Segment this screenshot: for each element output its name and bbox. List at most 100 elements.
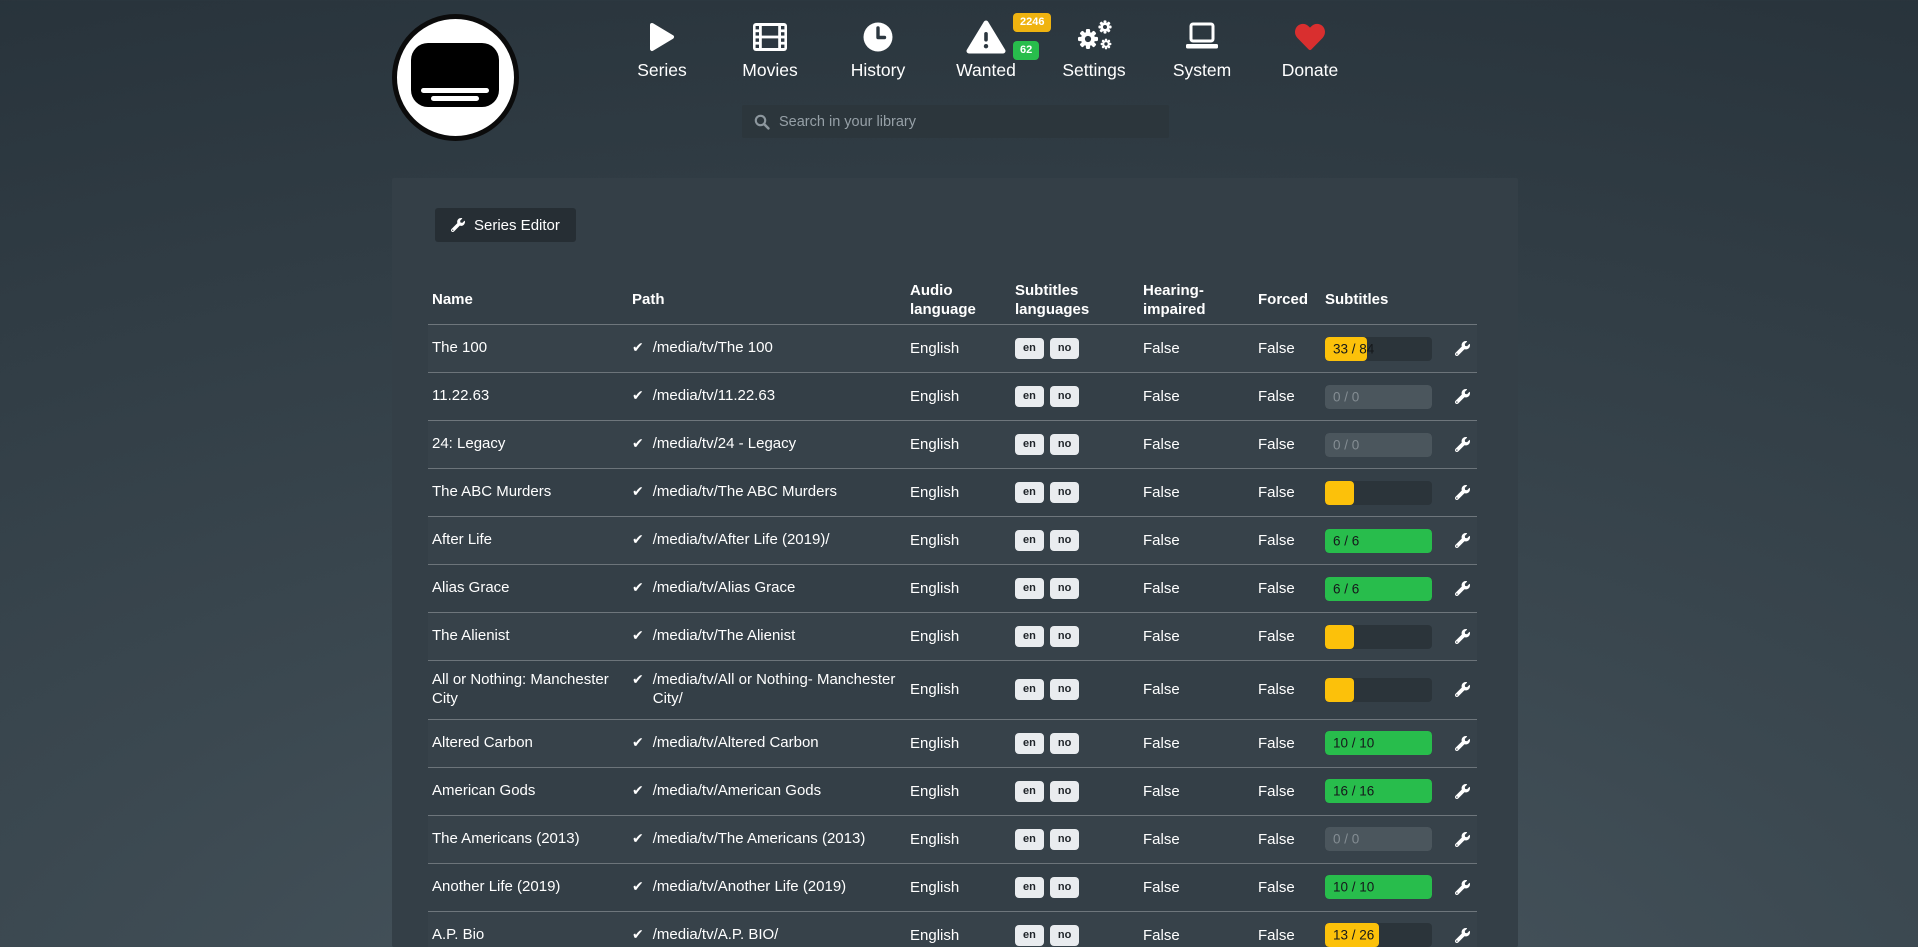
subtitles-progress-bar: 0 / 0 [1325,827,1432,851]
series-name: American Gods [428,782,632,801]
nav-label: Wanted [956,60,1016,81]
series-path: /media/tv/All or Nothing- Manchester Cit… [653,671,902,709]
series-path-cell: ✔ /media/tv/The ABC Murders [632,483,910,502]
nav-label: Series [637,60,687,81]
subtitle-language-badges: enno [1015,733,1143,754]
series-path: /media/tv/11.22.63 [653,387,775,406]
nav-item-series[interactable]: Series [608,16,716,81]
forced-value: False [1258,927,1325,944]
edit-series-button[interactable] [1455,341,1470,356]
check-icon: ✔ [632,734,644,752]
subtitles-progress-label: 13 / 26 [1333,928,1374,943]
hearing-impaired-value: False [1143,735,1258,752]
wanted-movies-count-badge: 62 [1013,41,1039,60]
language-badge: no [1050,338,1079,359]
header-name: Name [428,290,632,310]
subtitles-progress-label: 0 / 0 [1333,437,1359,452]
table-row: Altered Carbon ✔ /media/tv/Altered Carbo… [428,719,1477,767]
edit-series-button[interactable] [1455,736,1470,751]
subtitles-progress-label: 0 / 0 [1333,832,1359,847]
language-badge: no [1050,829,1079,850]
hearing-impaired-value: False [1143,783,1258,800]
header-audio: Audio language [910,281,1015,320]
hearing-impaired-value: False [1143,580,1258,597]
series-name: All or Nothing: Manchester City [428,671,632,709]
wrench-icon [1455,533,1470,548]
check-icon: ✔ [632,878,644,896]
check-icon: ✔ [632,483,644,501]
series-path-cell: ✔ /media/tv/The Alienist [632,627,910,646]
forced-value: False [1258,831,1325,848]
forced-value: False [1258,783,1325,800]
edit-series-button[interactable] [1455,629,1470,644]
edit-series-button[interactable] [1455,928,1470,943]
edit-series-button[interactable] [1455,832,1470,847]
wrench-icon [1455,832,1470,847]
edit-series-button[interactable] [1455,533,1470,548]
wrench-icon [1455,581,1470,596]
check-icon: ✔ [632,627,644,645]
edit-series-button[interactable] [1455,784,1470,799]
edit-series-button[interactable] [1455,682,1470,697]
series-path: /media/tv/A.P. BIO/ [653,926,779,945]
audio-language: English [910,340,1015,357]
audio-language: English [910,436,1015,453]
series-table-body: The 100 ✔ /media/tv/The 100 English enno… [428,324,1477,947]
edit-series-button[interactable] [1455,437,1470,452]
series-path-cell: ✔ /media/tv/Altered Carbon [632,734,910,753]
nav-item-movies[interactable]: Movies [716,16,824,81]
forced-value: False [1258,340,1325,357]
logo-tv-icon [411,43,499,107]
subtitles-progress-label: 33 / 84 [1333,341,1374,356]
series-path: /media/tv/The 100 [653,339,773,358]
subtitles-progress-bar: 6 / 6 [1325,577,1432,601]
series-name: The Americans (2013) [428,830,632,849]
language-badge: en [1015,829,1044,850]
bazarr-logo[interactable] [392,14,519,141]
nav-item-history[interactable]: History [824,16,932,81]
table-row: The ABC Murders ✔ /media/tv/The ABC Murd… [428,468,1477,516]
header-forced: Forced [1258,290,1325,310]
edit-series-button[interactable] [1455,880,1470,895]
subtitles-progress-label: 0 / 0 [1333,389,1359,404]
subtitle-language-badges: enno [1015,386,1143,407]
hearing-impaired-value: False [1143,681,1258,698]
series-path: /media/tv/Alias Grace [653,579,796,598]
subtitle-language-badges: enno [1015,482,1143,503]
header-languages: Subtitles languages [1015,281,1143,320]
series-editor-button[interactable]: Series Editor [435,208,576,242]
gears-icon [1075,16,1113,58]
search-input[interactable] [779,114,1157,130]
wrench-icon [1455,784,1470,799]
audio-language: English [910,831,1015,848]
nav-item-system[interactable]: System [1148,16,1256,81]
subtitles-progress-bar [1325,678,1432,702]
audio-language: English [910,628,1015,645]
subtitles-progress-label: 16 / 16 [1333,784,1374,799]
language-badge: no [1050,626,1079,647]
series-path-cell: ✔ /media/tv/A.P. BIO/ [632,926,910,945]
edit-series-button[interactable] [1455,581,1470,596]
edit-series-button[interactable] [1455,389,1470,404]
subtitles-progress-fill [1325,625,1354,649]
series-name: The ABC Murders [428,483,632,502]
table-row: American Gods ✔ /media/tv/American Gods … [428,767,1477,815]
series-name: 11.22.63 [428,387,632,406]
check-icon: ✔ [632,579,644,597]
language-badge: en [1015,482,1044,503]
series-name: Altered Carbon [428,734,632,753]
nav-item-wanted[interactable]: Wanted 2246 62 [932,16,1040,81]
forced-value: False [1258,532,1325,549]
nav-item-donate[interactable]: Donate [1256,16,1364,81]
edit-series-button[interactable] [1455,485,1470,500]
series-path-cell: ✔ /media/tv/Another Life (2019) [632,878,910,897]
table-row: A.P. Bio ✔ /media/tv/A.P. BIO/ English e… [428,911,1477,947]
forced-value: False [1258,436,1325,453]
nav-label: Movies [742,60,797,81]
language-badge: no [1050,925,1079,946]
language-badge: no [1050,578,1079,599]
heart-icon [1293,16,1327,58]
series-path-cell: ✔ /media/tv/After Life (2019)/ [632,531,910,550]
nav-item-settings[interactable]: Settings [1040,16,1148,81]
series-path: /media/tv/American Gods [653,782,821,801]
